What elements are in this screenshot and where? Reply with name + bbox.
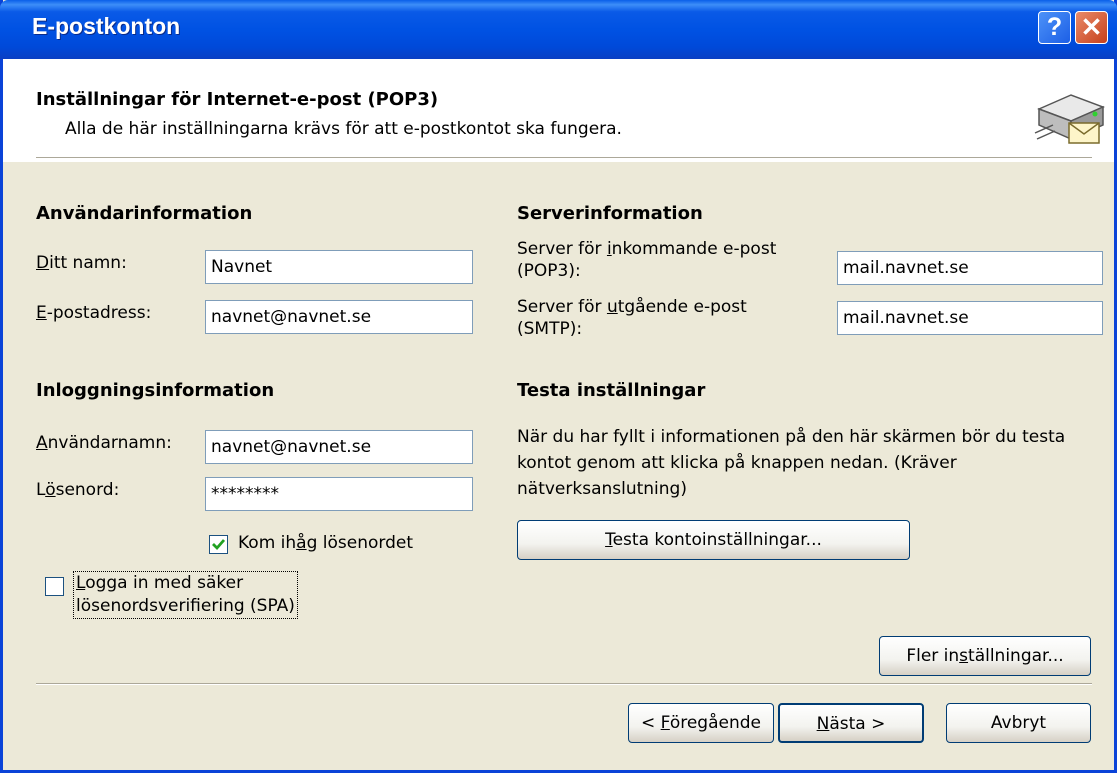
help-button[interactable]: ?	[1038, 11, 1071, 44]
next-button[interactable]: Nästa >	[778, 703, 924, 743]
page-title: Inställningar för Internet-e-post (POP3)	[36, 89, 439, 110]
checkmark-icon	[212, 539, 226, 551]
window-title: E-postkonton	[32, 13, 181, 39]
password-label: Lösenord:	[36, 480, 120, 500]
server-info-heading: Serverinformation	[517, 203, 703, 224]
spa-checkbox[interactable]	[45, 577, 64, 596]
close-button[interactable]: ✕	[1075, 11, 1108, 44]
incoming-server-field[interactable]: mail.navnet.se	[837, 251, 1103, 285]
outgoing-server-field[interactable]: mail.navnet.se	[837, 301, 1103, 335]
name-label: Ditt namn:	[36, 253, 127, 273]
wizard-header: Inställningar för Internet-e-post (POP3)…	[3, 59, 1114, 162]
back-button[interactable]: < Föregående	[628, 703, 774, 743]
more-settings-button[interactable]: Fler inställningar...	[879, 636, 1091, 676]
server-mail-icon	[1033, 87, 1107, 153]
spa-label[interactable]: Logga in med säker lösenordsverifiering …	[73, 571, 298, 619]
email-label: E-postadress:	[36, 303, 152, 323]
page-subtitle: Alla de här inställningarna krävs för at…	[65, 119, 622, 139]
close-icon: ✕	[1080, 12, 1103, 42]
help-icon: ?	[1046, 13, 1063, 41]
footer-divider	[36, 683, 1092, 685]
login-info-heading: Inloggningsinformation	[36, 380, 275, 401]
incoming-server-label: Server för inkommande e-post (POP3):	[517, 239, 777, 281]
remember-password-checkbox[interactable]	[209, 535, 228, 554]
username-label: Användarnamn:	[36, 433, 172, 453]
title-bar[interactable]: E-postkonton ? ✕	[0, 0, 1117, 59]
test-account-settings-button[interactable]: Testa kontoinställningar...	[517, 520, 910, 560]
user-info-heading: Användarinformation	[36, 203, 253, 224]
header-divider	[36, 157, 1092, 159]
test-settings-heading: Testa inställningar	[517, 380, 706, 401]
test-description: När du har fyllt i informationen på den …	[517, 427, 1066, 499]
email-accounts-dialog: E-postkonton ? ✕ Inställningar för Inter…	[0, 0, 1117, 773]
outgoing-server-label: Server för utgående e-post (SMTP):	[517, 297, 747, 339]
username-field[interactable]: navnet@navnet.se	[205, 430, 473, 464]
password-field[interactable]: ********	[205, 477, 473, 511]
remember-password-label[interactable]: Kom ihåg lösenordet	[238, 533, 413, 553]
email-field[interactable]: navnet@navnet.se	[205, 300, 473, 334]
cancel-button[interactable]: Avbryt	[946, 703, 1091, 743]
name-field[interactable]: Navnet	[205, 250, 473, 284]
